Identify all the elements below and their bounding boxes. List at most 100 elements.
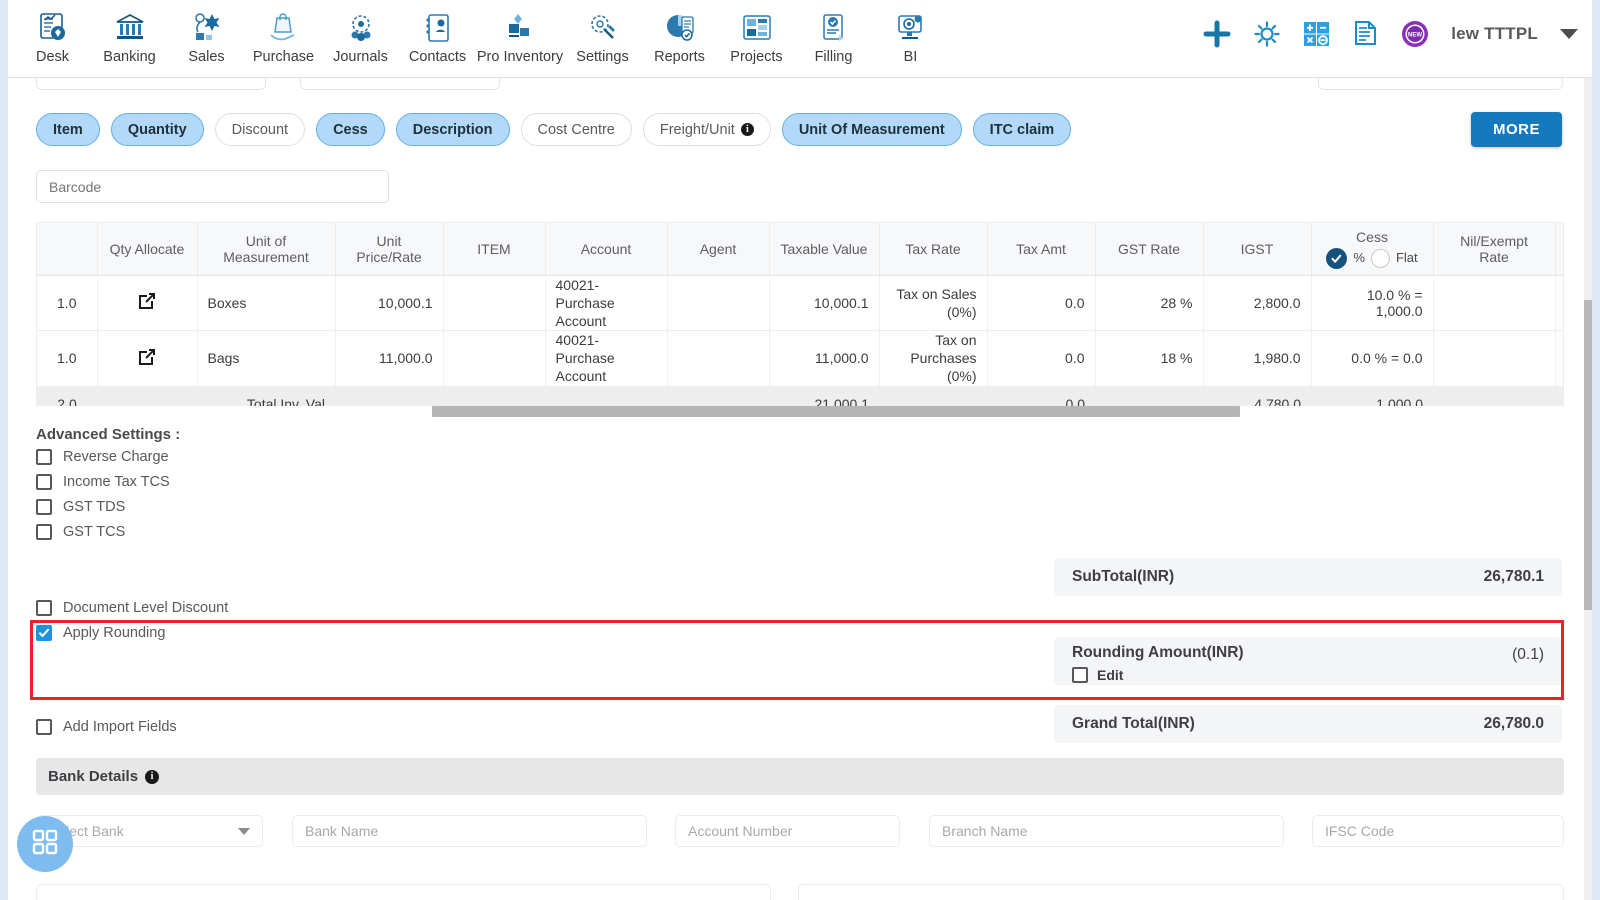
rounding-value: (0.1) — [1512, 646, 1544, 663]
total-tax-amt: 0.0 — [987, 386, 1095, 406]
checkbox-box[interactable] — [36, 719, 52, 735]
cell-allocate-0[interactable] — [97, 275, 198, 332]
ifsc-code-input[interactable]: IFSC Code — [1312, 815, 1564, 847]
table-scroll-thumb[interactable] — [432, 406, 1240, 417]
th-unit-price-rate[interactable]: Unit Price/Rate — [335, 223, 444, 276]
th-nil-exempt-rate[interactable]: Nil/Exempt Rate — [1433, 223, 1556, 276]
nav-item-banking[interactable]: Banking — [91, 4, 168, 65]
nav-label-banking: Banking — [103, 49, 156, 65]
checkbox-box[interactable] — [36, 474, 52, 490]
th-taxable-value[interactable]: Taxable Value — [769, 223, 880, 276]
chip-label-unit-of-measurement: Unit Of Measurement — [798, 121, 945, 138]
chip-freight-per-unit[interactable]: Freight/Unit i — [642, 113, 771, 146]
chip-cost-centre[interactable]: Cost Centre — [520, 113, 632, 146]
branch-name-input[interactable]: Branch Name — [929, 815, 1284, 847]
calculator-icon[interactable] — [1303, 21, 1331, 47]
cell-cess-0: 10.0 % = 1,000.0 — [1311, 275, 1434, 332]
checkbox-add-import-fields[interactable]: Add Import Fields — [36, 719, 177, 735]
page-vertical-scrollbar[interactable] — [1584, 78, 1592, 900]
table-row[interactable]: 1.0 Bags 11,000.0 40021-Purchase Account… — [37, 330, 1563, 387]
gear-icon[interactable] — [1253, 20, 1281, 48]
checkbox-apply-rounding[interactable]: Apply Rounding — [36, 625, 165, 641]
checkbox-income-tax-tcs[interactable]: Income Tax TCS — [36, 474, 170, 490]
add-icon[interactable] — [1203, 20, 1231, 48]
info-icon[interactable]: i — [145, 769, 160, 784]
new-badge-icon[interactable]: NEW — [1401, 20, 1429, 48]
chip-item[interactable]: Item — [36, 113, 100, 146]
more-button[interactable]: MORE — [1471, 112, 1562, 147]
chevron-down-icon[interactable] — [1560, 29, 1578, 39]
sales-icon — [187, 8, 227, 48]
cell-overflow-1: C — [1555, 330, 1563, 387]
nav-item-projects[interactable]: Projects — [718, 4, 795, 65]
subtotal-panel: SubTotal(INR) 26,780.1 — [1054, 558, 1562, 596]
chip-unit-of-measurement[interactable]: Unit Of Measurement — [781, 113, 962, 146]
th-tax-amt[interactable]: Tax Amt — [987, 223, 1096, 276]
nav-item-purchase[interactable]: Purchase — [245, 4, 322, 65]
cess-flat-radio[interactable] — [1370, 248, 1390, 268]
bank-name-input[interactable]: Bank Name — [292, 815, 647, 847]
checkbox-box[interactable] — [36, 600, 52, 616]
th-tax-rate[interactable]: Tax Rate — [879, 223, 988, 276]
account-number-input[interactable]: Account Number — [675, 815, 900, 847]
chip-label-item: Item — [53, 121, 83, 138]
nav-item-sales[interactable]: Sales — [168, 4, 245, 65]
total-taxable-value: 21,000.1 — [769, 386, 879, 406]
checkbox-reverse-charge[interactable]: Reverse Charge — [36, 449, 169, 465]
document-icon[interactable] — [1353, 20, 1379, 48]
nav-item-journals[interactable]: Journals — [322, 4, 399, 65]
external-link-icon[interactable] — [136, 290, 158, 315]
barcode-input[interactable] — [36, 170, 389, 203]
cess-percent-radio[interactable] — [1326, 247, 1348, 269]
th-agent[interactable]: Agent — [667, 223, 770, 276]
checkbox-gst-tcs[interactable]: GST TCS — [36, 524, 125, 540]
checkbox-document-level-discount[interactable]: Document Level Discount — [36, 600, 228, 616]
th-unit-of-measurement[interactable]: Unit of Measurement — [197, 223, 336, 276]
settings-icon — [583, 8, 623, 48]
checkbox-gst-tds[interactable]: GST TDS — [36, 499, 125, 515]
checkbox-box[interactable] — [1072, 667, 1088, 683]
grid-apps-icon — [30, 827, 60, 862]
cell-igst-0: 2,800.0 — [1203, 275, 1312, 332]
th-account[interactable]: Account — [545, 223, 668, 276]
page-scroll-thumb[interactable] — [1584, 300, 1592, 610]
nav-item-contacts[interactable]: Contacts — [399, 4, 476, 65]
th-item[interactable]: ITEM — [443, 223, 546, 276]
chevron-down-icon[interactable] — [238, 827, 250, 835]
cell-allocate-1[interactable] — [97, 330, 198, 387]
nav-label-sales: Sales — [188, 49, 225, 65]
chip-quantity[interactable]: Quantity — [110, 113, 204, 146]
nav-item-bi[interactable]: BI — [872, 4, 949, 65]
nav-item-filling[interactable]: Filling — [795, 4, 872, 65]
th-qty-allocate[interactable]: Qty Allocate — [97, 223, 198, 276]
partial-field-2 — [300, 78, 500, 90]
checkbox-box[interactable] — [36, 524, 52, 540]
th-igst[interactable]: IGST — [1203, 223, 1312, 276]
checkbox-box[interactable] — [36, 499, 52, 515]
chip-label-itc-claim: ITC claim — [989, 121, 1055, 138]
chip-cess[interactable]: Cess — [316, 113, 385, 146]
nav-item-desk[interactable]: Desk — [14, 4, 91, 65]
chip-itc-claim[interactable]: ITC claim — [972, 113, 1072, 146]
apps-grid-fab[interactable] — [17, 816, 73, 872]
partial-field-below-2 — [798, 884, 1564, 900]
th-gst-rate[interactable]: GST Rate — [1095, 223, 1204, 276]
nav-label-projects: Projects — [730, 49, 783, 65]
chip-discount[interactable]: Discount — [214, 113, 306, 146]
checkbox-rounding-edit[interactable]: Edit — [1072, 667, 1244, 683]
desk-icon — [33, 8, 73, 48]
line-items-table: Qty Allocate Unit of Measurement Unit Pr… — [37, 223, 1563, 406]
nav-item-pro-inventory[interactable]: Pro Inventory — [476, 4, 564, 65]
table-row[interactable]: 1.0 Boxes 10,000.1 40021-Purchase Accoun… — [37, 275, 1563, 332]
partial-fields-above — [8, 78, 1592, 100]
cell-uom-1: Bags — [197, 330, 336, 387]
nav-item-settings[interactable]: Settings — [564, 4, 641, 65]
chip-description[interactable]: Description — [395, 113, 510, 146]
table-horizontal-scrollbar[interactable] — [36, 406, 1564, 417]
checkbox-box[interactable] — [36, 449, 52, 465]
nav-item-reports[interactable]: Reports — [641, 4, 718, 65]
external-link-icon[interactable] — [136, 346, 158, 371]
table-header-row: Qty Allocate Unit of Measurement Unit Pr… — [37, 223, 1563, 276]
grand-total-label: Grand Total(INR) — [1072, 715, 1195, 732]
checkbox-box[interactable] — [36, 625, 52, 641]
